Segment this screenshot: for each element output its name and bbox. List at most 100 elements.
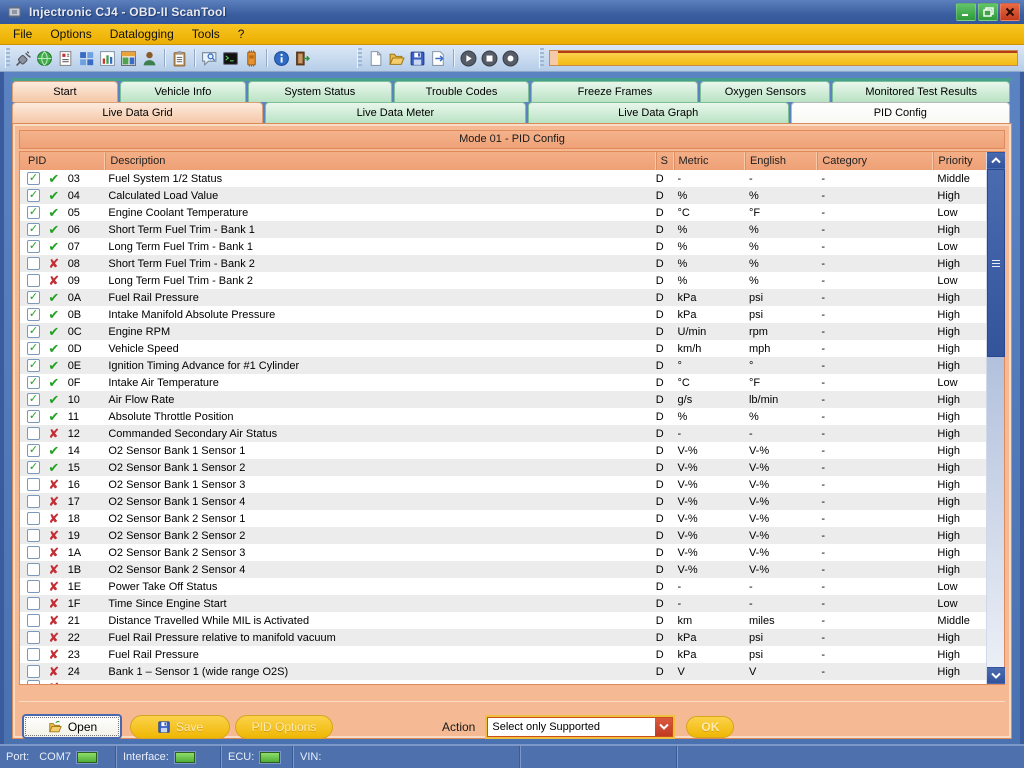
- new-file-icon[interactable]: [365, 48, 386, 69]
- scrollbar-thumb[interactable]: [987, 169, 1005, 357]
- supported-checkbox[interactable]: [27, 631, 40, 644]
- tab-start[interactable]: Start: [12, 81, 118, 102]
- terminal-icon[interactable]: [220, 48, 241, 69]
- table-row[interactable]: ✘17O2 Sensor Bank 1 Sensor 4DV-%V-%-High: [20, 493, 986, 510]
- table-row[interactable]: ✘23Fuel Rail PressureDkPapsi-High: [20, 646, 986, 663]
- open-file-icon[interactable]: [386, 48, 407, 69]
- table-row[interactable]: ✓✔03Fuel System 1/2 StatusD---Middle: [20, 170, 986, 187]
- tab-live-data-grid[interactable]: Live Data Grid: [12, 102, 263, 123]
- col-header-desc[interactable]: Description: [105, 152, 655, 170]
- supported-checkbox[interactable]: [27, 597, 40, 610]
- col-header-english[interactable]: English: [745, 152, 817, 170]
- toolbar-grip[interactable]: [357, 48, 362, 68]
- save-button[interactable]: Save: [130, 715, 230, 739]
- col-header-priority[interactable]: Priority: [933, 152, 986, 170]
- supported-checkbox[interactable]: [27, 546, 40, 559]
- connector-icon[interactable]: [13, 48, 34, 69]
- save-file-icon[interactable]: [407, 48, 428, 69]
- search-bubble-icon[interactable]: [199, 48, 220, 69]
- stop-icon[interactable]: [479, 48, 500, 69]
- report-icon[interactable]: [55, 48, 76, 69]
- table-row[interactable]: ✘: [20, 680, 986, 684]
- supported-checkbox[interactable]: ✓: [27, 291, 40, 304]
- scroll-up-icon[interactable]: [987, 152, 1005, 169]
- play-icon[interactable]: [458, 48, 479, 69]
- supported-checkbox[interactable]: [27, 427, 40, 440]
- supported-checkbox[interactable]: ✓: [27, 410, 40, 423]
- supported-checkbox[interactable]: ✓: [27, 444, 40, 457]
- exit-icon[interactable]: [292, 48, 313, 69]
- table-row[interactable]: ✘1AO2 Sensor Bank 2 Sensor 3DV-%V-%-High: [20, 544, 986, 561]
- clipboard-icon[interactable]: [169, 48, 190, 69]
- table-row[interactable]: ✘12Commanded Secondary Air StatusD---Hig…: [20, 425, 986, 442]
- supported-checkbox[interactable]: [27, 274, 40, 287]
- table-row[interactable]: ✓✔10Air Flow RateDg/slb/min-High: [20, 391, 986, 408]
- record-icon[interactable]: [500, 48, 521, 69]
- tab-oxygen-sensors[interactable]: Oxygen Sensors: [700, 81, 830, 102]
- table-row[interactable]: ✓✔11Absolute Throttle PositionD%%-High: [20, 408, 986, 425]
- table-row[interactable]: ✓✔04Calculated Load ValueD%%-High: [20, 187, 986, 204]
- tab-live-data-meter[interactable]: Live Data Meter: [265, 102, 526, 123]
- supported-checkbox[interactable]: [27, 563, 40, 576]
- tab-live-data-graph[interactable]: Live Data Graph: [528, 102, 789, 123]
- supported-checkbox[interactable]: [27, 478, 40, 491]
- scroll-down-icon[interactable]: [987, 667, 1005, 684]
- supported-checkbox[interactable]: ✓: [27, 172, 40, 185]
- export-icon[interactable]: [428, 48, 449, 69]
- table-row[interactable]: ✓✔15O2 Sensor Bank 1 Sensor 2DV-%V-%-Hig…: [20, 459, 986, 476]
- table-row[interactable]: ✓✔0EIgnition Timing Advance for #1 Cylin…: [20, 357, 986, 374]
- table-row[interactable]: ✘16O2 Sensor Bank 1 Sensor 3DV-%V-%-High: [20, 476, 986, 493]
- supported-checkbox[interactable]: ✓: [27, 325, 40, 338]
- col-header-pid[interactable]: PID: [20, 152, 105, 170]
- close-button[interactable]: [1000, 3, 1020, 21]
- grid-icon[interactable]: [76, 48, 97, 69]
- chart-icon[interactable]: [97, 48, 118, 69]
- table-row[interactable]: ✘21Distance Travelled While MIL is Activ…: [20, 612, 986, 629]
- globe-icon[interactable]: [34, 48, 55, 69]
- table-row[interactable]: ✘24Bank 1 – Sensor 1 (wide range O2S)DVV…: [20, 663, 986, 680]
- supported-checkbox[interactable]: ✓: [27, 393, 40, 406]
- supported-checkbox[interactable]: ✓: [27, 223, 40, 236]
- col-header-category[interactable]: Category: [817, 152, 933, 170]
- supported-checkbox[interactable]: ✓: [27, 461, 40, 474]
- table-row[interactable]: ✘18O2 Sensor Bank 2 Sensor 1DV-%V-%-High: [20, 510, 986, 527]
- tab-monitored-test-results[interactable]: Monitored Test Results: [832, 81, 1010, 102]
- window-icon[interactable]: [118, 48, 139, 69]
- table-row[interactable]: ✘19O2 Sensor Bank 2 Sensor 2DV-%V-%-High: [20, 527, 986, 544]
- menu-item-datalogging[interactable]: Datalogging: [101, 24, 183, 44]
- menu-item-options[interactable]: Options: [41, 24, 100, 44]
- supported-checkbox[interactable]: [27, 648, 40, 661]
- table-row[interactable]: ✘09Long Term Fuel Trim - Bank 2D%%-Low: [20, 272, 986, 289]
- pid-options-button[interactable]: PID Options: [235, 715, 333, 739]
- minimize-button[interactable]: [956, 3, 976, 21]
- table-row[interactable]: ✓✔06Short Term Fuel Trim - Bank 1D%%-Hig…: [20, 221, 986, 238]
- supported-checkbox[interactable]: ✓: [27, 342, 40, 355]
- menu-item-help[interactable]: ?: [229, 24, 254, 44]
- dropdown-arrow-icon[interactable]: [655, 718, 672, 736]
- table-row[interactable]: ✓✔0BIntake Manifold Absolute PressureDkP…: [20, 306, 986, 323]
- table-row[interactable]: ✘1BO2 Sensor Bank 2 Sensor 4DV-%V-%-High: [20, 561, 986, 578]
- table-row[interactable]: ✘08Short Term Fuel Trim - Bank 2D%%-High: [20, 255, 986, 272]
- table-row[interactable]: ✓✔0DVehicle SpeedDkm/hmph-High: [20, 340, 986, 357]
- supported-checkbox[interactable]: [27, 614, 40, 627]
- user-icon[interactable]: [139, 48, 160, 69]
- supported-checkbox[interactable]: ✓: [27, 308, 40, 321]
- table-row[interactable]: ✓✔0AFuel Rail PressureDkPapsi-High: [20, 289, 986, 306]
- tab-freeze-frames[interactable]: Freeze Frames: [531, 81, 698, 102]
- tab-pid-config[interactable]: PID Config: [791, 102, 1010, 123]
- supported-checkbox[interactable]: [27, 512, 40, 525]
- supported-checkbox[interactable]: [27, 665, 40, 678]
- supported-checkbox[interactable]: ✓: [27, 206, 40, 219]
- action-dropdown[interactable]: Select only Supported: [485, 715, 675, 739]
- maximize-button[interactable]: [978, 3, 998, 21]
- toolbar-grip[interactable]: [5, 48, 10, 68]
- tab-trouble-codes[interactable]: Trouble Codes: [394, 81, 530, 102]
- chip-icon[interactable]: [241, 48, 262, 69]
- info-icon[interactable]: [271, 48, 292, 69]
- col-header-metric[interactable]: Metric: [674, 152, 745, 170]
- table-row[interactable]: ✘22Fuel Rail Pressure relative to manifo…: [20, 629, 986, 646]
- menu-item-tools[interactable]: Tools: [183, 24, 229, 44]
- table-row[interactable]: ✓✔07Long Term Fuel Trim - Bank 1D%%-Low: [20, 238, 986, 255]
- tab-system-status[interactable]: System Status: [248, 81, 392, 102]
- ok-button[interactable]: OK: [686, 716, 734, 738]
